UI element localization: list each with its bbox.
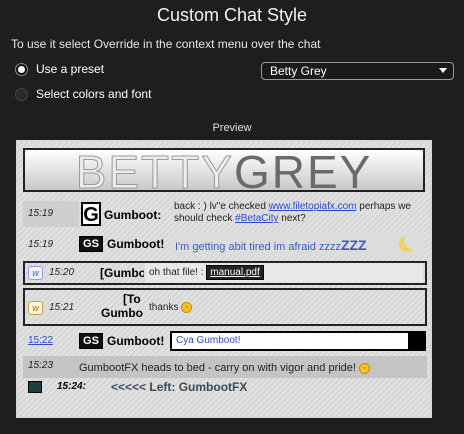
- chat-row: 15:19 GS Gumboot! I'm getting abit tired…: [23, 232, 427, 258]
- gumboot-avatar-icon: GS: [79, 333, 103, 349]
- message-part: GumbootFX heads to bed - carry on with v…: [79, 362, 356, 374]
- use-preset-label: Use a preset: [36, 62, 105, 76]
- message-part: I'm getting abit tired im afraid zzzz: [175, 241, 341, 253]
- timestamp-link[interactable]: 15:22: [28, 335, 53, 346]
- username: Gumboot!: [107, 334, 165, 348]
- username: Gumboot!: [107, 237, 165, 251]
- system-row: 15:23 GumbootFX heads to bed - carry on …: [23, 356, 427, 378]
- message-text: GumbootFX heads to bed - carry on with v…: [79, 362, 371, 374]
- timestamp: 15:19: [28, 239, 54, 250]
- dialog-title: Custom Chat Style: [156, 5, 308, 25]
- timestamp: 15:23: [28, 360, 54, 371]
- banner-text-grey: GREY: [233, 148, 373, 192]
- message-text: oh that file! : manual.pdf: [149, 265, 264, 280]
- smiley-icon: ᵕ: [359, 362, 371, 374]
- chevron-down-icon[interactable]: [439, 68, 447, 73]
- file-link[interactable]: manual.pdf: [206, 265, 264, 280]
- whisper-icon: w: [28, 301, 43, 315]
- smiley-icon: ᵕ: [181, 302, 193, 313]
- chat-row: w 15:21 [To Gumbo thanks ᵕ: [23, 288, 427, 326]
- message-part: back : ) lv"e checked: [174, 201, 269, 212]
- message-text: I'm getting abit tired im afraid zzzzZZZ: [175, 237, 367, 253]
- preview-label: Preview: [212, 122, 252, 134]
- gumboot-avatar-icon: GS: [79, 236, 103, 252]
- leave-icon: [28, 381, 42, 393]
- message-text: thanks ᵕ: [149, 302, 193, 314]
- message-part: next?: [278, 213, 306, 224]
- timestamp: 15:20: [49, 267, 75, 278]
- select-colors-label: Select colors and font: [36, 87, 152, 101]
- chat-row: w 15:20 [Gumbo oh that file! : manual.pd…: [23, 261, 427, 285]
- message-part: thanks: [149, 302, 179, 314]
- username: [To: [123, 292, 141, 306]
- system-row: 15:24: <<<<< Left: GumbootFX: [23, 379, 427, 397]
- username: Gumbo: [101, 306, 143, 320]
- message-text: Cya Gumboot!: [176, 335, 241, 346]
- username: [Gumbo: [100, 266, 144, 280]
- timestamp: 15:24:: [57, 381, 86, 392]
- message-zz: ZZZ: [340, 237, 367, 253]
- radio-selected-icon[interactable]: [15, 62, 28, 76]
- chat-row: 15:19 G Gumboot: back : ) lv"e checked w…: [23, 199, 427, 229]
- chat-row: 15:22 GS Gumboot! Cya Gumboot!: [23, 330, 427, 354]
- message-text: back : ) lv"e checked www.filetopiafx.co…: [174, 201, 424, 225]
- username: Gumboot:: [104, 208, 162, 222]
- timestamp: 15:19: [28, 208, 54, 219]
- sleepy-moon-icon: [399, 234, 419, 252]
- timestamp: 15:21: [49, 302, 75, 313]
- style-banner: BETTYGREY: [23, 148, 425, 192]
- select-colors-radio[interactable]: Select colors and font: [15, 87, 151, 101]
- message-text: <<<<< Left: GumbootFX: [111, 380, 248, 394]
- preset-dropdown[interactable]: Betty Grey: [261, 62, 454, 80]
- use-preset-radio[interactable]: Use a preset: [15, 62, 104, 76]
- chat-preview-panel: BETTYGREY 15:19 G Gumboot: back : ) lv"e…: [16, 140, 432, 418]
- instructions-text: To use it select Override in the context…: [11, 37, 321, 51]
- banner-text-betty: BETTY: [75, 148, 234, 192]
- website-link[interactable]: www.filetopiafx.com: [269, 201, 357, 212]
- message-bubble-end: [410, 331, 426, 351]
- radio-unselected-icon[interactable]: [15, 87, 28, 101]
- channel-link[interactable]: #BetaCity: [235, 213, 278, 224]
- message-part: oh that file! :: [149, 267, 207, 278]
- gumboot-avatar-icon: G: [81, 202, 101, 226]
- preset-dropdown-value: Betty Grey: [270, 64, 327, 78]
- whisper-icon: w: [28, 266, 43, 280]
